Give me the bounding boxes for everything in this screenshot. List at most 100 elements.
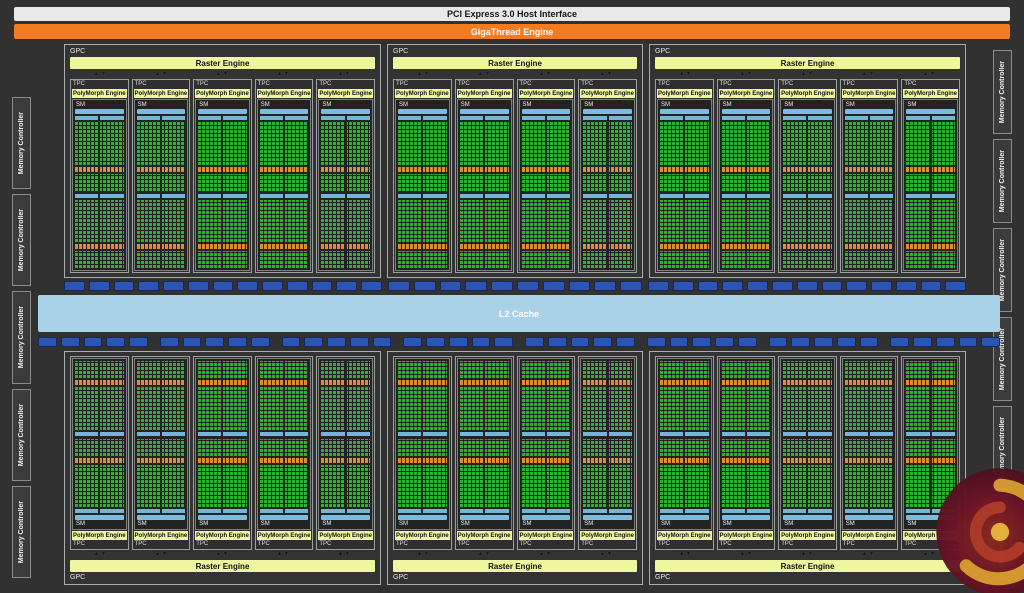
sm-label: SM <box>661 521 670 527</box>
memory-controller-label: Memory Controller <box>999 149 1006 213</box>
tpc-box: TPC PolyMorph Engine SM <box>778 79 837 273</box>
cuda-core-grid <box>583 173 632 191</box>
cuda-core-grid <box>398 173 447 191</box>
tpc-box: TPC PolyMorph Engine SM <box>578 356 637 550</box>
tpc-label: TPC <box>658 81 670 87</box>
memory-controller-label: Memory Controller <box>999 327 1006 391</box>
sm-body <box>521 361 571 513</box>
warp-scheduler-bar <box>136 509 186 513</box>
warp-scheduler-bar <box>660 116 709 120</box>
cuda-core-grid <box>783 361 832 378</box>
sm-body <box>583 361 632 513</box>
tpc-box: TPC PolyMorph Engine SM <box>655 79 714 273</box>
sm-partition <box>459 116 509 191</box>
memory-controller-bar: Memory Controller <box>12 388 31 481</box>
cuda-core-grid <box>321 173 370 191</box>
raster-engine-bar: Raster Engine <box>70 57 375 69</box>
tpc-box: TPC PolyMorph Engine SM <box>716 79 776 273</box>
sm-box: SM <box>395 99 450 271</box>
polymorph-engine-bar: PolyMorph Engine <box>718 89 774 98</box>
ldst-unit-row <box>75 244 124 249</box>
cuda-core-grid <box>459 251 509 268</box>
ldst-unit-row <box>136 380 186 385</box>
cuda-core-grid <box>136 464 186 507</box>
sm-label: SM <box>399 102 408 108</box>
gpc-label: GPC <box>70 574 86 581</box>
cuda-core-grid <box>459 387 509 430</box>
crossbar-block <box>38 337 57 347</box>
crossbar-group <box>890 337 1000 347</box>
cuda-core-grid <box>521 387 571 430</box>
cuda-core-grid <box>398 464 447 507</box>
crossbar-group <box>525 337 635 347</box>
sm-box: SM <box>518 358 574 530</box>
sm-label: SM <box>845 102 855 108</box>
ldst-unit-row <box>660 457 709 463</box>
crossbar-block <box>859 337 879 347</box>
sm-box: SM <box>780 99 835 271</box>
crossbar-arrows-row: ▲▼ ▲▼ ▲▼ ▲▼ <box>393 70 637 79</box>
cuda-core-grid <box>198 173 247 191</box>
ldst-unit-row <box>259 166 309 172</box>
warp-scheduler-bar <box>198 116 247 120</box>
crossbar-block <box>262 281 283 291</box>
warp-scheduler-bar <box>136 116 186 120</box>
sm-partition <box>783 193 832 268</box>
warp-scheduler-bar <box>721 116 771 120</box>
cuda-core-grid <box>521 199 571 242</box>
cuda-core-grid <box>136 173 186 191</box>
memory-controller-bar: Memory Controller <box>993 139 1012 223</box>
sm-partition <box>660 438 709 513</box>
polymorph-engine-bar: PolyMorph Engine <box>318 531 373 540</box>
sm-partition <box>906 116 955 191</box>
sm-instruction-cache-bar <box>583 109 632 114</box>
sm-partition <box>398 116 447 191</box>
warp-scheduler-bar <box>906 193 955 198</box>
crossbar-block <box>228 337 247 347</box>
sm-partition <box>521 438 571 513</box>
sm-partition <box>583 438 632 513</box>
warp-scheduler-bar <box>721 509 771 513</box>
cuda-core-grid <box>259 438 309 456</box>
ldst-unit-row <box>198 457 247 463</box>
crossbar-block <box>593 337 612 347</box>
ldst-unit-row <box>321 457 370 463</box>
tpc-box: TPC PolyMorph Engine SM <box>516 79 576 273</box>
up-down-arrow-icon: ▲▼ <box>922 71 937 77</box>
tpc-row: TPC PolyMorph Engine SM TPC PolyMorph Engine… <box>655 356 960 550</box>
up-down-arrow-icon: ▲▼ <box>599 71 614 77</box>
ldst-unit-row <box>459 380 509 385</box>
sm-body <box>583 116 632 268</box>
ldst-unit-row <box>583 244 632 249</box>
sm-body <box>75 116 124 268</box>
warp-scheduler-bar <box>583 431 632 436</box>
polymorph-engine-bar: PolyMorph Engine <box>133 89 189 98</box>
memory-controller-label: Memory Controller <box>18 306 25 369</box>
memory-controller-bar: Memory Controller <box>12 194 31 287</box>
warp-scheduler-bar <box>259 116 309 120</box>
sm-body <box>844 361 894 513</box>
ldst-unit-row <box>259 244 309 249</box>
tpc-box: TPC PolyMorph Engine SM <box>655 356 714 550</box>
warp-scheduler-bar <box>844 116 894 120</box>
kitguru-logo <box>936 468 1024 593</box>
sm-box: SM <box>256 99 312 271</box>
ldst-unit-row <box>136 457 186 463</box>
gpc-box: GPC Raster Engine ▲▼ ▲▼ ▲▼ ▲▼ ▲▼ TPC PolyMorph E… <box>649 351 966 585</box>
cuda-core-grid <box>583 361 632 378</box>
sm-partition <box>521 361 571 436</box>
crossbar-block <box>871 281 892 291</box>
sm-label: SM <box>260 102 270 108</box>
cuda-core-grid <box>321 438 370 456</box>
cuda-core-grid <box>783 173 832 191</box>
up-down-arrow-icon: ▲▼ <box>337 71 352 77</box>
cuda-core-grid <box>906 199 955 242</box>
warp-scheduler-bar <box>398 116 447 120</box>
crossbar-block <box>64 281 85 291</box>
sm-box: SM <box>456 358 512 530</box>
up-down-arrow-icon: ▲▼ <box>477 71 492 77</box>
ldst-unit-row <box>398 244 447 249</box>
memory-controller-label: Memory Controller <box>999 60 1006 124</box>
polymorph-engine-bar: PolyMorph Engine <box>718 531 774 540</box>
sm-body <box>721 116 771 268</box>
